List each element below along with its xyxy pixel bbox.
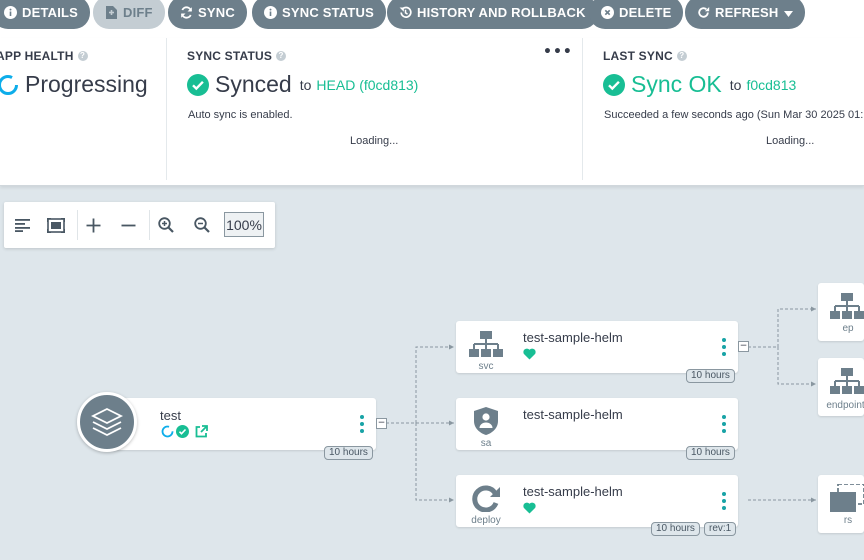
check-circle-icon (176, 425, 189, 438)
replicaset-icon (830, 484, 864, 512)
age-badge: 10 hours (686, 446, 735, 460)
layers-icon (91, 407, 123, 437)
service-icon (469, 331, 503, 357)
revision-badge: rev:1 (704, 522, 737, 536)
resource-node-sa[interactable]: sa test-sample-helm (456, 398, 738, 450)
resource-kind: deploy (471, 515, 501, 526)
resource-kind: endpoints (826, 400, 864, 411)
node-menu-icon[interactable] (722, 415, 726, 436)
application-name: test (160, 408, 181, 423)
node-menu-icon[interactable] (360, 415, 364, 436)
application-icon (77, 392, 137, 452)
resource-node-ep[interactable]: ep (818, 283, 864, 341)
age-badge: 10 hours (324, 446, 373, 460)
collapse-toggle[interactable]: − (376, 418, 387, 429)
deployment-icon (472, 485, 500, 512)
service-account-icon (474, 407, 498, 435)
resource-node-svc[interactable]: svc test-sample-helm (456, 321, 738, 373)
application-status-icons (161, 425, 208, 438)
resource-node-rs[interactable]: rs (818, 475, 864, 533)
application-node[interactable]: test (107, 398, 376, 450)
collapse-toggle[interactable]: − (738, 341, 749, 352)
age-badge: 10 hours (686, 369, 735, 383)
age-badge: 10 hours (651, 522, 700, 536)
node-menu-icon[interactable] (722, 492, 726, 513)
resource-name: test-sample-helm (523, 484, 623, 499)
endpoints-icon (830, 368, 864, 394)
heart-icon (523, 348, 536, 360)
progressing-spinner-icon (161, 425, 174, 438)
resource-name: test-sample-helm (523, 407, 623, 422)
resource-kind: sa (480, 438, 492, 449)
endpoints-icon (830, 293, 864, 319)
resource-node-endpoints[interactable]: endpoints (818, 358, 864, 416)
resource-kind: rs (843, 515, 853, 526)
resource-node-deploy[interactable]: deploy test-sample-helm (456, 475, 738, 527)
heart-icon (523, 502, 536, 514)
resource-kind: ep (842, 323, 854, 334)
external-link-icon[interactable] (195, 425, 208, 438)
resource-name: test-sample-helm (523, 330, 623, 345)
resource-kind: svc (478, 361, 494, 372)
node-menu-icon[interactable] (722, 338, 726, 359)
